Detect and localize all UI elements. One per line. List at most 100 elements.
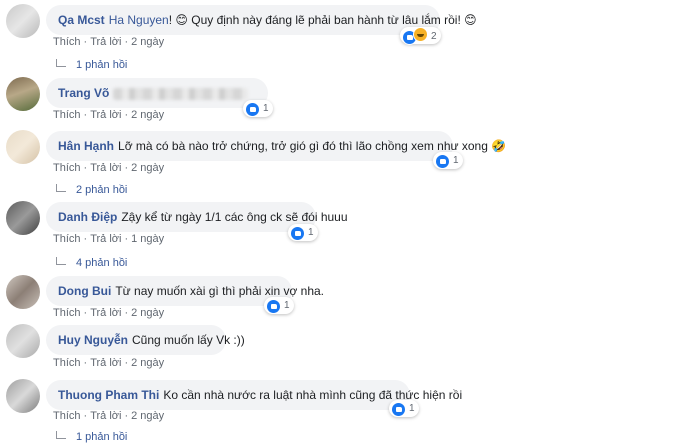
comment-text: Từ nay muốn xài gì thì phải xin vợ nha.	[115, 284, 325, 298]
comment-actions: Thích · Trả lời · 1 ngày	[53, 233, 164, 245]
reaction-count: 1	[284, 300, 290, 311]
avatar[interactable]	[6, 379, 40, 413]
separator: ·	[124, 233, 129, 245]
reaction-summary[interactable]: 2	[400, 27, 441, 45]
reaction-count: 1	[453, 155, 459, 166]
reaction-summary[interactable]: 1	[389, 400, 419, 417]
like-link[interactable]: Thích	[53, 357, 81, 369]
reply-link[interactable]: Trả lời	[90, 410, 121, 422]
comment-author[interactable]: Qa Mcst	[58, 13, 105, 27]
comment-actions: Thích · Trả lời · 2 ngày	[53, 307, 164, 319]
replies-count[interactable]: 2 phản hồi	[76, 184, 127, 196]
reply-link[interactable]: Trả lời	[90, 36, 121, 48]
like-icon	[245, 102, 260, 117]
separator: ·	[124, 307, 129, 319]
reaction-count: 1	[409, 403, 415, 414]
timestamp[interactable]: 2 ngày	[131, 410, 164, 422]
blurred-text	[113, 87, 249, 100]
comment-text: Zậy kể từ ngày 1/1 các ông ck sẽ đói huu…	[121, 210, 348, 224]
comment-bubble: Huy Nguyễn Cũng muốn lấy Vk :))	[46, 325, 245, 355]
comment-author[interactable]: Trang Võ	[58, 86, 109, 100]
separator: ·	[124, 162, 129, 174]
reaction-summary[interactable]: 1	[288, 224, 318, 241]
replies-count[interactable]: 4 phản hồi	[76, 257, 127, 269]
comment-author[interactable]: Danh Điệp	[58, 210, 117, 224]
like-link[interactable]: Thích	[53, 307, 81, 319]
separator: ·	[124, 36, 129, 48]
reply-arrow-icon	[56, 59, 66, 67]
comment-bubble: Danh Điệp Zậy kể từ ngày 1/1 các ông ck s…	[46, 202, 348, 232]
like-link[interactable]: Thích	[53, 410, 81, 422]
comment-author[interactable]: Huy Nguyễn	[58, 333, 128, 347]
avatar[interactable]	[6, 275, 40, 309]
separator: ·	[83, 233, 88, 245]
comment-bubble: Hân Hạnh Lỡ mà có bà nào trở chứng, trở g…	[46, 131, 506, 161]
avatar[interactable]	[6, 4, 40, 38]
separator: ·	[83, 162, 88, 174]
comment-text: Ko cần nhà nước ra luật nhà mình cũng đã…	[163, 388, 463, 402]
comment-actions: Thích · Trả lời · 2 ngày	[53, 357, 164, 369]
separator: ·	[83, 307, 88, 319]
avatar[interactable]	[6, 324, 40, 358]
timestamp[interactable]: 2 ngày	[131, 357, 164, 369]
separator: ·	[124, 357, 129, 369]
comment-text: Cũng muốn lấy Vk :))	[132, 333, 245, 347]
reply-link[interactable]: Trả lời	[90, 162, 121, 174]
timestamp[interactable]: 2 ngày	[131, 307, 164, 319]
timestamp[interactable]: 2 ngày	[131, 162, 164, 174]
avatar[interactable]	[6, 201, 40, 235]
reaction-summary[interactable]: 1	[433, 152, 463, 169]
reply-arrow-icon	[56, 184, 66, 192]
reply-link[interactable]: Trả lời	[90, 307, 121, 319]
comment-actions: Thích · Trả lời · 2 ngày	[53, 410, 164, 422]
replies-count[interactable]: 1 phản hồi	[76, 59, 127, 71]
view-replies-link[interactable]: 2 phản hồi	[56, 184, 127, 196]
like-icon	[435, 154, 450, 169]
comment-bubble: Trang Võ	[46, 78, 268, 108]
like-icon	[266, 299, 281, 314]
avatar[interactable]	[6, 77, 40, 111]
reply-link[interactable]: Trả lời	[90, 233, 121, 245]
comment-actions: Thích · Trả lời · 2 ngày	[53, 36, 164, 48]
like-link[interactable]: Thích	[53, 233, 81, 245]
reply-arrow-icon	[56, 257, 66, 265]
replies-count[interactable]: 1 phản hồi	[76, 431, 127, 443]
comment-text: ! 😊 Quy định này đáng lẽ phải ban hành t…	[168, 13, 477, 27]
like-link[interactable]: Thích	[53, 36, 81, 48]
mention-link[interactable]: Ha Nguyen	[109, 13, 169, 27]
like-link[interactable]: Thích	[53, 109, 81, 121]
like-icon	[290, 226, 305, 241]
reaction-count: 1	[263, 103, 269, 114]
reaction-count: 2	[431, 31, 437, 42]
timestamp[interactable]: 2 ngày	[131, 109, 164, 121]
view-replies-link[interactable]: 1 phản hồi	[56, 59, 127, 71]
separator: ·	[124, 109, 129, 121]
reaction-summary[interactable]: 1	[264, 297, 294, 314]
view-replies-link[interactable]: 4 phản hồi	[56, 257, 127, 269]
comment-bubble: Qa Mcst Ha Nguyen! 😊 Quy định này đáng lẽ…	[46, 5, 477, 35]
comment-text: Lỡ mà có bà nào trở chứng, trở gió gì đó…	[118, 139, 507, 153]
timestamp[interactable]: 2 ngày	[131, 36, 164, 48]
avatar[interactable]	[6, 130, 40, 164]
reaction-count: 1	[308, 227, 314, 238]
like-icon	[391, 402, 406, 417]
separator: ·	[83, 36, 88, 48]
comment-bubble: Dong Bui Từ nay muốn xài gì thì phải xin …	[46, 276, 324, 306]
separator: ·	[83, 357, 88, 369]
like-link[interactable]: Thích	[53, 162, 81, 174]
comment-author[interactable]: Thuong Pham Thi	[58, 388, 159, 402]
comment-actions: Thích · Trả lời · 2 ngày	[53, 162, 164, 174]
comment-author[interactable]: Dong Bui	[58, 284, 111, 298]
comment-author[interactable]: Hân Hạnh	[58, 139, 114, 153]
separator: ·	[83, 109, 88, 121]
timestamp[interactable]: 1 ngày	[131, 233, 164, 245]
comment-actions: Thích · Trả lời · 2 ngày	[53, 109, 164, 121]
separator: ·	[83, 410, 88, 422]
view-replies-link[interactable]: 1 phản hồi	[56, 431, 127, 443]
haha-icon	[413, 27, 428, 42]
reaction-summary[interactable]: 1	[243, 100, 273, 117]
reply-link[interactable]: Trả lời	[90, 357, 121, 369]
reply-link[interactable]: Trả lời	[90, 109, 121, 121]
comment-bubble: Thuong Pham Thi Ko cần nhà nước ra luật n…	[46, 380, 462, 410]
separator: ·	[124, 410, 129, 422]
